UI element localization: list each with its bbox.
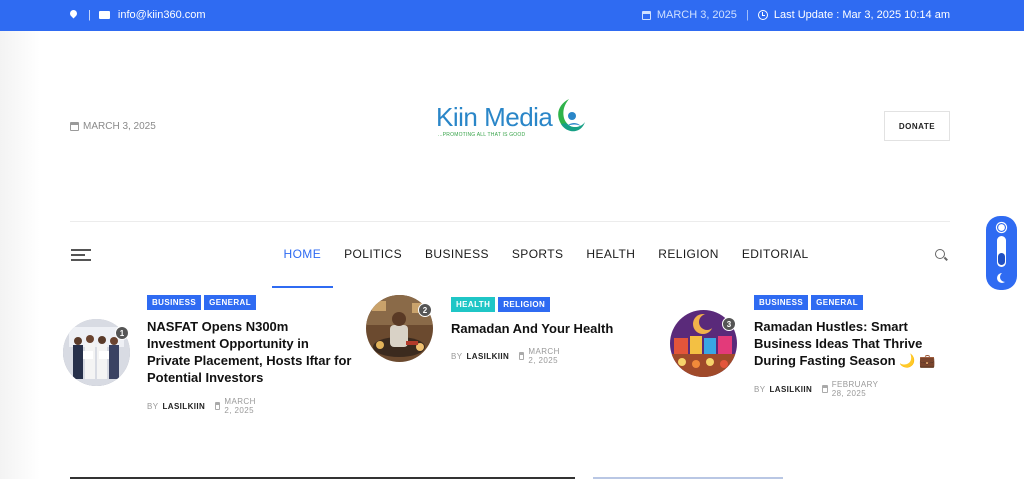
post-meta: BY LASILKIIN MARCH 2, 2025 — [147, 397, 259, 415]
post-date: MARCH 2, 2025 — [224, 397, 256, 415]
page-side-shade — [0, 31, 40, 479]
category-tag-health[interactable]: HEALTH — [451, 297, 496, 312]
site-logo[interactable]: Kiin Media ...PROMOTING ALL THAT IS GOOD — [436, 94, 590, 142]
mail-icon — [98, 11, 110, 19]
rank-badge: 2 — [418, 303, 432, 317]
nav-item-politics[interactable]: POLITICS — [333, 247, 414, 289]
logo-tagline: ...PROMOTING ALL THAT IS GOOD — [438, 132, 526, 138]
nav-item-business[interactable]: BUSINESS — [414, 247, 501, 289]
post-date: MARCH 2, 2025 — [528, 347, 560, 365]
post-categories: HEALTH RELIGION — [451, 297, 551, 312]
post-title[interactable]: Ramadan Hustles: Smart Business Ideas Th… — [754, 318, 949, 369]
post-categories: BUSINESS GENERAL — [147, 295, 257, 310]
post-author[interactable]: LASILKIIN — [466, 352, 509, 361]
moon-icon — [1000, 272, 1010, 282]
post-categories: BUSINESS GENERAL — [754, 295, 864, 310]
separator: | — [85, 9, 91, 21]
by-label: BY — [754, 384, 766, 394]
post-meta: BY LASILKIIN FEBRUARY 28, 2025 — [754, 380, 881, 398]
calendar-icon — [641, 10, 651, 20]
header-divider — [70, 221, 950, 222]
post-date: FEBRUARY 28, 2025 — [831, 380, 879, 398]
nav-item-sports[interactable]: SPORTS — [500, 247, 575, 289]
calendar-icon — [822, 385, 828, 393]
logo-mark-icon — [558, 99, 585, 132]
top-bar: | info@kiin360.com MARCH 3, 2025 | Last … — [0, 0, 1024, 31]
separator: | — [742, 9, 752, 21]
header-date: MARCH 3, 2025 — [70, 121, 156, 132]
nav-item-home[interactable]: HOME — [272, 247, 333, 289]
post-author[interactable]: LASILKIIN — [769, 385, 812, 394]
by-label: BY — [451, 351, 463, 361]
header-date-text: MARCH 3, 2025 — [83, 121, 156, 132]
by-label: BY — [147, 401, 159, 411]
category-tag-business[interactable]: BUSINESS — [147, 295, 202, 310]
clock-icon — [757, 10, 768, 20]
logo-text: Kiin Media — [436, 102, 553, 132]
post-author[interactable]: LASILKIIN — [162, 402, 205, 411]
last-update: Last Update : Mar 3, 2025 10:14 am — [773, 9, 950, 21]
nav-item-religion[interactable]: RELIGION — [647, 247, 731, 289]
theme-toggle[interactable] — [986, 216, 1017, 290]
post-title[interactable]: NASFAT Opens N300m Investment Opportunit… — [147, 318, 352, 386]
sun-icon — [998, 224, 1005, 231]
category-tag-general[interactable]: GENERAL — [811, 295, 864, 310]
toggle-knob[interactable] — [998, 253, 1005, 265]
category-tag-business[interactable]: BUSINESS — [754, 295, 809, 310]
calendar-icon — [215, 402, 221, 410]
donate-button[interactable]: DONATE — [884, 111, 950, 141]
contact-email[interactable]: info@kiin360.com — [118, 9, 206, 21]
rank-badge: 3 — [722, 317, 736, 331]
rank-badge: 1 — [115, 326, 129, 340]
nav-item-health[interactable]: HEALTH — [575, 247, 647, 289]
nav-item-editorial[interactable]: EDITORIAL — [730, 247, 820, 289]
main-nav: HOME POLITICS BUSINESS SPORTS HEALTH REL… — [272, 247, 820, 289]
category-tag-general[interactable]: GENERAL — [204, 295, 257, 310]
calendar-icon — [519, 352, 525, 360]
post-title[interactable]: Ramadan And Your Health — [451, 320, 651, 337]
topbar-date: MARCH 3, 2025 — [656, 9, 737, 21]
post-meta: BY LASILKIIN MARCH 2, 2025 — [451, 347, 563, 365]
location-pin-icon[interactable] — [70, 10, 77, 20]
menu-icon[interactable] — [71, 249, 91, 261]
calendar-icon — [70, 122, 79, 131]
search-icon[interactable] — [935, 249, 947, 261]
category-tag-religion[interactable]: RELIGION — [498, 297, 551, 312]
